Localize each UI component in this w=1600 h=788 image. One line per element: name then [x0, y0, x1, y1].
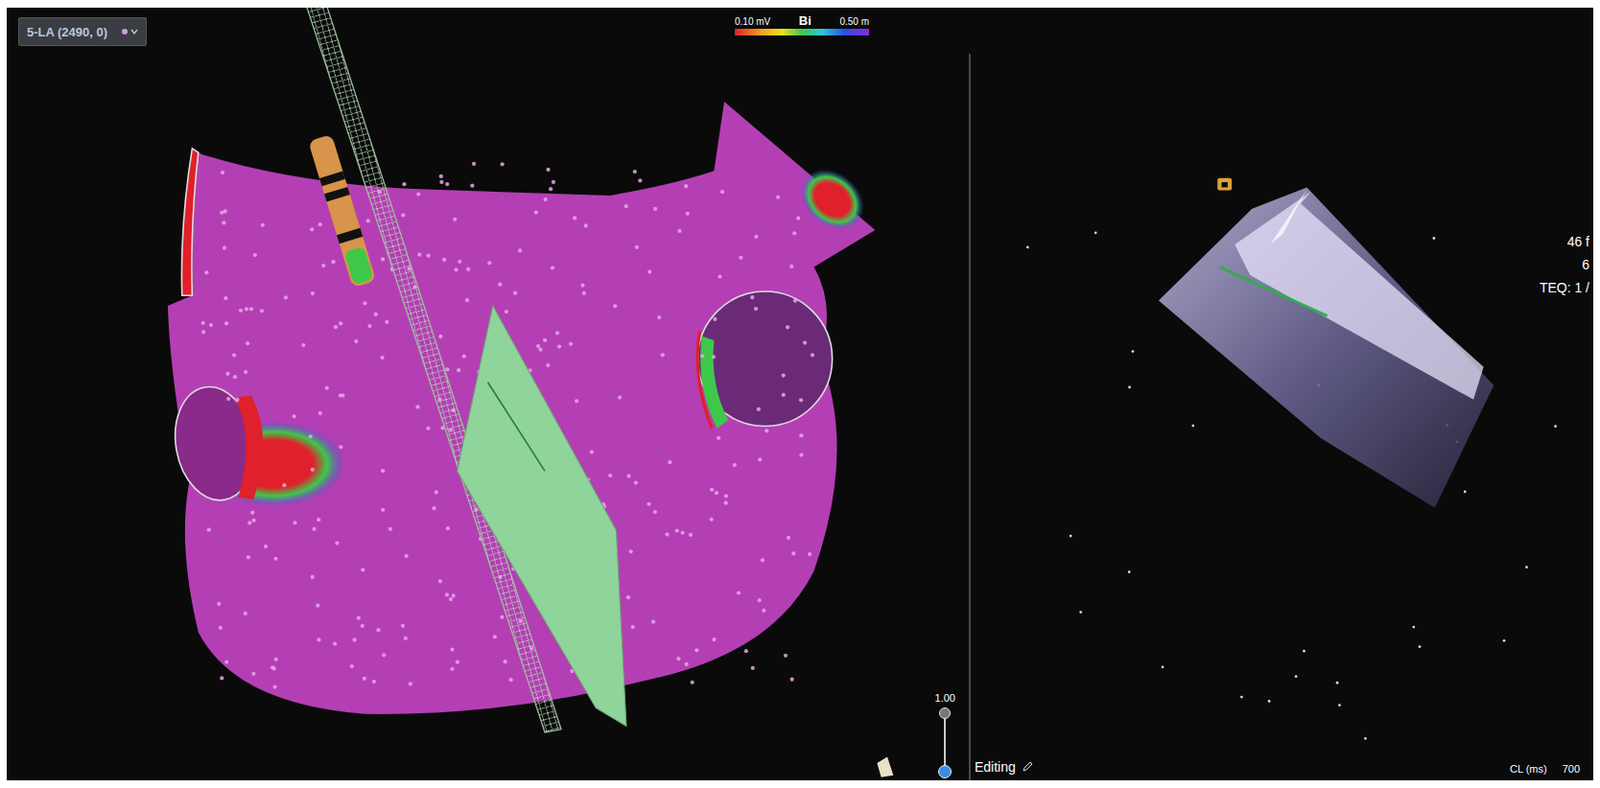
map-footer: 1.00 [6, 692, 969, 781]
color-scale: 0.10 mV Bi 0.50 m [734, 13, 870, 36]
map-selector[interactable]: 5-LA (2490, 0) [18, 17, 147, 47]
scale-max: 0.50 m [839, 16, 870, 27]
reading: 6 [1581, 257, 1590, 273]
zoom-handle[interactable] [938, 765, 952, 779]
edit-mode[interactable]: Editing [974, 759, 1034, 776]
reading: TEQ: 1 / [1539, 280, 1590, 296]
zoom-control[interactable]: 1.00 [935, 692, 956, 777]
catheter-icon [307, 134, 377, 288]
zoom-in-icon[interactable] [939, 707, 951, 720]
ultrasound-panel: 46 f 6 TEQ: 1 / Editing CL (ms)700 [970, 7, 1594, 781]
anatomy-map[interactable] [6, 7, 969, 781]
pencil-icon [1021, 761, 1034, 774]
reading: 46 f [1567, 234, 1590, 250]
zoom-slider[interactable] [937, 707, 953, 777]
map-panel: 5-LA (2490, 0) 0.10 mV Bi 0.50 m 1.00 [6, 7, 969, 781]
status-bar: Editing CL (ms)700 [970, 759, 1594, 781]
ice-plane-line [1219, 266, 1327, 316]
cycle-length: CL (ms)700 [1509, 763, 1580, 776]
map-header: 5-LA (2490, 0) 0.10 mV Bi 0.50 m [6, 7, 969, 56]
orientation-marker-icon [1217, 178, 1232, 191]
scale-bar [734, 28, 870, 36]
ultrasound-readings: 46 f 6 TEQ: 1 / [1539, 234, 1590, 296]
ultrasound-image [970, 7, 1594, 781]
panel-divider [968, 53, 971, 781]
app-frame: 5-LA (2490, 0) 0.10 mV Bi 0.50 m 1.00 46 f 6 TE… [0, 0, 1600, 788]
mapping-screen: 5-LA (2490, 0) 0.10 mV Bi 0.50 m 1.00 46 f 6 TE… [6, 7, 1594, 781]
scale-min: 0.10 mV [734, 16, 771, 27]
scale-mode: Bi [799, 13, 812, 28]
dropdown-icon [120, 26, 139, 37]
ice-plane [457, 305, 627, 728]
